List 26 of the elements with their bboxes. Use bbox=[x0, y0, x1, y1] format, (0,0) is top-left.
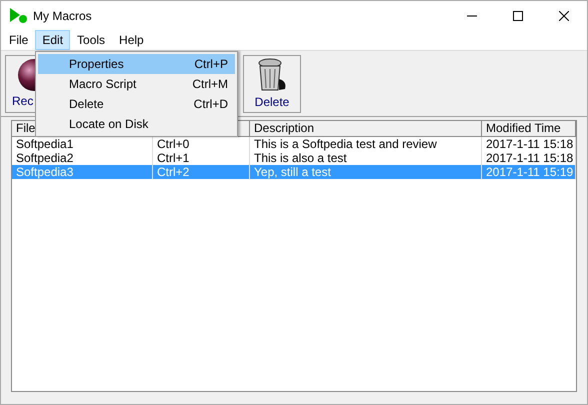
menu-item[interactable]: Edit bbox=[35, 30, 70, 50]
menu-item[interactable]: Tools bbox=[70, 30, 112, 50]
menu-item-label: Macro Script bbox=[69, 76, 136, 93]
column-header[interactable]: Description bbox=[250, 121, 482, 137]
table-cell: Softpedia3 bbox=[12, 165, 153, 179]
table-cell: This is a Softpedia test and review bbox=[250, 137, 482, 151]
menu-item-label: Properties bbox=[69, 56, 124, 73]
window-title: My Macros bbox=[33, 8, 92, 24]
menu-item[interactable]: File bbox=[2, 30, 36, 50]
shortcut-label: Ctrl+M bbox=[192, 76, 228, 93]
table-cell: Ctrl+2 bbox=[153, 165, 250, 179]
menu-item-label: Locate on Disk bbox=[69, 116, 148, 133]
column-header[interactable]: Modified Time bbox=[482, 121, 576, 137]
shortcut-label: Ctrl+P bbox=[194, 56, 228, 73]
close-icon bbox=[559, 10, 569, 20]
maximize-icon bbox=[513, 10, 523, 20]
table-cell: Yep, still a test bbox=[250, 165, 482, 179]
menu-item[interactable]: Help bbox=[112, 30, 151, 50]
dropdown-menu-item[interactable]: Properties Ctrl+P bbox=[38, 54, 235, 74]
menu-item-label: Delete bbox=[69, 96, 104, 113]
table-cell: 2017-1-11 15:19 bbox=[482, 165, 576, 179]
toolbar-button[interactable]: Delete bbox=[243, 54, 301, 112]
shortcut-label: Ctrl+D bbox=[194, 96, 228, 113]
table-cell: 2017-1-11 15:18 bbox=[482, 137, 576, 151]
play-dot-logo-icon bbox=[10, 8, 28, 24]
dropdown-menu-item[interactable]: Locate on Disk bbox=[38, 114, 235, 134]
